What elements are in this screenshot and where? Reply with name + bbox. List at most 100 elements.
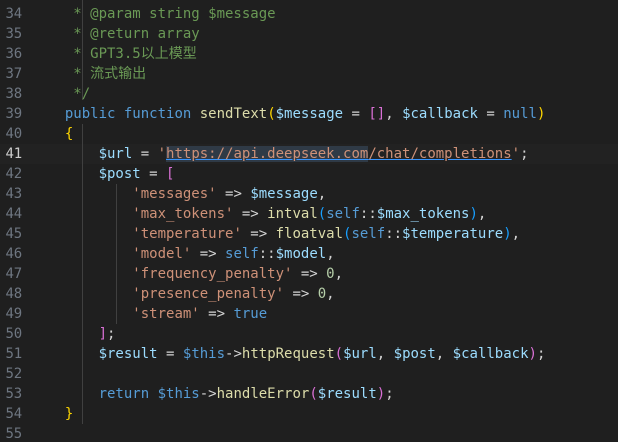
code-token: ) xyxy=(376,386,386,402)
code-area[interactable]: * @param string $message * @return array… xyxy=(48,0,618,442)
code-token: sendText xyxy=(199,106,268,122)
code-line[interactable]: * GPT3.5以上模型 xyxy=(48,44,196,64)
code-token: , xyxy=(317,186,327,202)
code-token: true xyxy=(233,306,268,322)
line-number: 38 xyxy=(5,86,23,102)
code-token: :: xyxy=(359,206,377,222)
code-line[interactable]: return $this->handleError($result); xyxy=(48,384,394,404)
code-token: ) xyxy=(528,346,537,362)
code-token: ( xyxy=(317,206,327,222)
code-token: = xyxy=(477,106,504,122)
code-token: $url xyxy=(98,146,133,162)
code-line[interactable]: 'messages' => $message, xyxy=(48,184,326,204)
code-token: [] xyxy=(368,106,386,122)
code-line[interactable]: * @param string $message xyxy=(48,4,275,24)
line-number: 54 xyxy=(5,406,23,422)
code-line[interactable]: 'temperature' => floatval(self::$tempera… xyxy=(48,224,520,244)
line-number: 39 xyxy=(5,106,23,122)
code-line[interactable]: ]; xyxy=(48,324,116,344)
code-line[interactable]: 'presence_penalty' => 0, xyxy=(48,284,334,304)
code-token: $message xyxy=(250,186,318,202)
code-token: $this xyxy=(182,346,226,362)
code-token: */ xyxy=(48,86,91,102)
code-token: handleError xyxy=(216,386,310,402)
code-token: 'model' xyxy=(132,246,192,262)
code-token: * 流式输出 xyxy=(48,66,147,82)
code-token: httpRequest xyxy=(241,346,335,362)
code-token: :: xyxy=(258,246,276,262)
line-number: 36 xyxy=(5,46,23,62)
code-token: = xyxy=(140,166,167,182)
line-number: 45 xyxy=(5,226,23,242)
code-token: return xyxy=(98,386,150,402)
code-line[interactable]: { xyxy=(48,124,73,144)
code-token: => xyxy=(233,206,268,222)
code-token: 'stream' xyxy=(132,306,200,322)
code-token: ; xyxy=(107,326,116,342)
line-number: 43 xyxy=(5,186,23,202)
code-token: ( xyxy=(267,106,276,122)
code-token: => xyxy=(199,306,234,322)
code-token: $message xyxy=(275,106,344,122)
code-line[interactable]: * @return array xyxy=(48,24,200,44)
code-token: intval xyxy=(267,206,318,222)
code-line[interactable]: 'frequency_penalty' => 0, xyxy=(48,264,343,284)
code-token: /chat/completions xyxy=(368,146,512,162)
code-token: ; xyxy=(520,146,529,162)
line-number: 50 xyxy=(5,326,23,342)
code-editor[interactable]: 34 35 36 37 38 39 40 41 42 43 44 45 46 47 48 49 50 51 52 53… xyxy=(0,0,618,442)
code-token: $model xyxy=(275,246,327,262)
line-number-gutter: 34 35 36 37 38 39 40 41 42 43 44 45 46 47 48 49 50 51 52 53… xyxy=(0,0,28,442)
line-number: 47 xyxy=(5,266,23,282)
code-token: ' xyxy=(157,146,167,162)
code-line[interactable]: $url = 'https://api.deepseek.com/chat/co… xyxy=(48,144,529,164)
code-token: function xyxy=(123,106,192,122)
code-token: * @return array xyxy=(48,26,200,42)
code-token: 'messages' xyxy=(132,186,217,202)
code-token: , xyxy=(511,226,521,242)
code-token: ; xyxy=(385,386,394,402)
code-line[interactable]: 'model' => self::$model, xyxy=(48,244,335,264)
line-number: 34 xyxy=(5,6,23,22)
code-token: $max_tokens xyxy=(376,206,470,222)
code-line[interactable]: $post = [ xyxy=(48,164,175,184)
code-token: [ xyxy=(166,166,175,182)
code-token: $callback xyxy=(452,346,529,362)
code-token: public xyxy=(64,106,116,122)
code-token: -> xyxy=(199,386,217,402)
code-token: ) xyxy=(536,106,546,122)
code-token: self xyxy=(225,246,259,262)
code-line[interactable]: 'stream' => true xyxy=(48,304,267,324)
code-line[interactable]: */ xyxy=(48,84,90,104)
code-token: null xyxy=(503,106,537,122)
code-token: ] xyxy=(98,326,108,342)
code-token: ( xyxy=(309,386,318,402)
line-number: 44 xyxy=(5,206,23,222)
code-token: { xyxy=(64,126,74,142)
code-token: 0 xyxy=(326,266,335,282)
code-token: -> xyxy=(225,346,242,362)
code-token: ) xyxy=(503,226,512,242)
code-line[interactable]: $result = $this->httpRequest($url, $post… xyxy=(48,344,546,364)
code-token: => xyxy=(216,186,251,202)
code-token: self xyxy=(351,226,386,242)
code-token: $this xyxy=(157,386,200,402)
code-token: } xyxy=(64,406,74,422)
code-token: 0 xyxy=(317,286,327,302)
code-token: = xyxy=(132,146,158,162)
code-token: $temperature xyxy=(402,226,504,242)
code-token: , xyxy=(326,246,335,262)
line-number: 52 xyxy=(5,366,23,382)
code-line[interactable]: 'max_tokens' => intval(self::$max_tokens… xyxy=(48,204,486,224)
code-line[interactable]: } xyxy=(48,404,73,424)
line-number: 41 xyxy=(5,146,23,162)
code-line[interactable]: public function sendText($message = [], … xyxy=(48,104,546,124)
code-line[interactable]: * 流式输出 xyxy=(48,64,146,84)
code-token: => xyxy=(292,266,327,282)
